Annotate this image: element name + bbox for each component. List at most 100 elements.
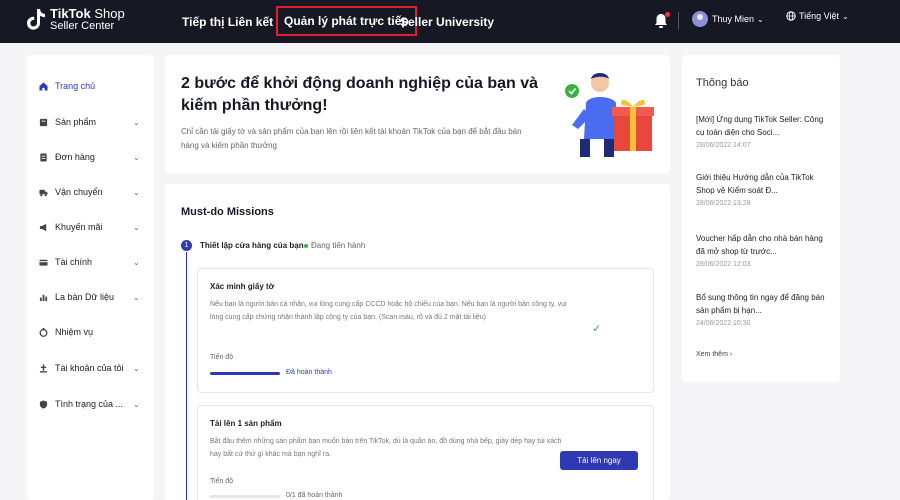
chevron-down-icon: ⌄ xyxy=(133,292,140,302)
sidebar-item-label: Tình trạng của ... xyxy=(55,399,124,409)
task-description: Bắt đầu thêm những sản phẩm bạn muốn bán… xyxy=(210,438,562,458)
progress-label: Tiến độ xyxy=(210,478,234,485)
progress-text: Đã hoàn thành xyxy=(286,369,332,376)
task-title: Xác minh giấy tờ xyxy=(210,282,275,291)
nav-live-stream-management[interactable]: Quản lý phát trực tiếp xyxy=(276,6,417,36)
notifications-panel: Thông báo [Mới] Ứng dụng TikTok Seller: … xyxy=(682,55,840,382)
gift-illustration xyxy=(565,73,654,157)
upload-now-button[interactable]: Tải lên ngay xyxy=(560,451,638,470)
must-do-missions: Must-do Missions 1 Thiết lập cửa hàng củ… xyxy=(165,184,670,500)
chevron-down-icon: ⌄ xyxy=(133,187,140,197)
language-label: Tiếng Việt xyxy=(799,11,840,21)
task-upload-product[interactable]: Tải lên 1 sản phẩm Bắt đầu thêm những sả… xyxy=(197,405,654,500)
user-menu[interactable]: Thuy Mien ⌄ xyxy=(692,11,764,27)
sidebar-item-finance[interactable]: Tài chính ⌄ xyxy=(27,252,154,272)
header-divider xyxy=(678,12,679,30)
sidebar-item-shipping[interactable]: Vận chuyển ⌄ xyxy=(27,182,154,202)
notification-item[interactable]: Bổ sung thông tin ngay để đăng bán sản p… xyxy=(696,291,831,327)
step-label: Thiết lập cửa hàng của bạn xyxy=(200,241,304,250)
chevron-down-icon: ⌄ xyxy=(133,257,140,267)
sidebar-item-label: Tài khoản của tôi xyxy=(55,363,124,373)
language-selector[interactable]: Tiếng Việt ⌄ xyxy=(786,11,849,21)
chevron-down-icon: ⌄ xyxy=(133,152,140,162)
order-icon xyxy=(40,152,47,162)
globe-icon xyxy=(786,11,796,21)
brand-subtitle: Seller Center xyxy=(50,20,115,32)
status-icon xyxy=(39,399,48,409)
sidebar-item-my-account[interactable]: Tài khoản của tôi ⌄ xyxy=(27,358,154,378)
chevron-down-icon: ⌄ xyxy=(133,222,140,232)
sidebar-item-label: Sản phẩm xyxy=(55,117,97,127)
nav-affiliate-marketing[interactable]: Tiếp thị Liên kết xyxy=(182,0,273,43)
notification-title: Bổ sung thông tin ngay để đăng bán sản p… xyxy=(696,293,825,315)
brand-name: TikTok xyxy=(50,6,91,21)
sidebar-item-account-status[interactable]: Tình trạng của ... ⌄ xyxy=(27,394,154,414)
banner-description: Chỉ cần tải giấy tờ và sản phẩm của bạn … xyxy=(181,127,522,150)
account-icon xyxy=(39,363,48,373)
step-number-badge: 1 xyxy=(181,240,192,251)
see-more-link[interactable]: Xem thêm › xyxy=(696,351,732,358)
see-more-label: Xem thêm xyxy=(696,351,728,358)
sidebar-item-label: La bàn Dữ liệu xyxy=(55,292,115,302)
sidebar-item-label: Nhiệm vụ xyxy=(55,327,94,337)
user-name: Thuy Mien xyxy=(712,14,755,24)
chevron-down-icon: ⌄ xyxy=(133,399,140,409)
notification-item[interactable]: [Mới] Ứng dụng TikTok Seller: Công cụ to… xyxy=(696,113,831,149)
compass-icon xyxy=(39,294,48,301)
progress-bar xyxy=(210,372,280,375)
sidebar-item-missions[interactable]: Nhiệm vụ xyxy=(27,322,154,342)
tiktok-logo-icon xyxy=(27,9,45,30)
shipping-icon xyxy=(39,189,48,196)
banner-title: 2 bước để khởi động doanh nghiệp của bạn… xyxy=(181,75,539,114)
sidebar-item-label: Đơn hàng xyxy=(55,152,95,162)
progress-text: 0/1 đã hoàn thành xyxy=(286,492,343,499)
notification-title: Giới thiệu Hướng dẫn của TikTok Shop về … xyxy=(696,173,814,195)
avatar xyxy=(692,11,708,27)
chevron-right-icon: › xyxy=(729,351,733,358)
task-verify-documents[interactable]: Xác minh giấy tờ Nếu bạn là người bán cá… xyxy=(197,268,654,393)
sidebar-item-home[interactable]: Trang chủ xyxy=(27,76,154,96)
progress-label: Tiến độ xyxy=(210,354,234,361)
brand-suffix: Shop xyxy=(94,6,125,21)
top-bar: TikTok Shop Seller Center Tiếp thị Liên … xyxy=(0,0,900,43)
mission-icon xyxy=(39,327,48,337)
notification-title: Voucher hấp dẫn cho nhà bán hàng đã mở s… xyxy=(696,234,823,256)
notification-date: 24/06/2022 10:30 xyxy=(696,320,751,327)
sidebar-item-label: Tài chính xyxy=(55,257,93,267)
sidebar-item-data-compass[interactable]: La bàn Dữ liệu ⌄ xyxy=(27,287,154,307)
check-icon: ✓ xyxy=(592,323,602,335)
sidebar-item-label: Trang chủ xyxy=(55,81,96,91)
notification-date: 28/06/2022 13:28 xyxy=(696,200,751,207)
notification-date: 28/06/2022 12:03 xyxy=(696,261,751,268)
notification-item[interactable]: Voucher hấp dẫn cho nhà bán hàng đã mở s… xyxy=(696,232,831,268)
promotion-icon xyxy=(39,223,47,231)
missions-title: Must-do Missions xyxy=(181,206,274,218)
home-icon xyxy=(39,81,48,91)
chevron-down-icon: ⌄ xyxy=(133,117,140,127)
progress-bar xyxy=(210,495,280,498)
sidebar-item-orders[interactable]: Đơn hàng ⌄ xyxy=(27,147,154,167)
notification-title: [Mới] Ứng dụng TikTok Seller: Công cụ to… xyxy=(696,115,824,137)
step-status: Đang tiến hành xyxy=(311,241,366,250)
chevron-down-icon: ⌄ xyxy=(842,11,849,21)
tiktok-shop-logo[interactable]: TikTok Shop Seller Center xyxy=(26,7,125,33)
product-icon xyxy=(39,118,48,126)
progress-bar-fill xyxy=(210,372,280,375)
notifications-title: Thông báo xyxy=(696,77,749,89)
finance-icon xyxy=(39,259,48,266)
notification-item[interactable]: Giới thiệu Hướng dẫn của TikTok Shop về … xyxy=(696,171,831,207)
onboarding-banner: 2 bước để khởi động doanh nghiệp của bạn… xyxy=(165,55,670,173)
chevron-down-icon: ⌄ xyxy=(133,363,140,373)
nav-seller-university[interactable]: Seller University xyxy=(400,0,494,43)
chevron-down-icon: ⌄ xyxy=(757,14,764,24)
sidebar: Trang chủ Sản phẩm ⌄ Đơn hàng ⌄ Vận chuy… xyxy=(27,55,154,500)
sidebar-item-products[interactable]: Sản phẩm ⌄ xyxy=(27,112,154,132)
status-dot xyxy=(304,244,308,248)
task-title: Tải lên 1 sản phẩm xyxy=(210,419,282,428)
sidebar-item-label: Khuyến mãi xyxy=(55,222,103,232)
step-progress-line xyxy=(186,252,187,500)
notification-dot xyxy=(665,12,670,17)
notification-date: 28/06/2022 14:07 xyxy=(696,142,751,149)
task-description: Nếu bạn là người bán cá nhân, vui lòng c… xyxy=(210,301,567,321)
sidebar-item-promotions[interactable]: Khuyến mãi ⌄ xyxy=(27,217,154,237)
